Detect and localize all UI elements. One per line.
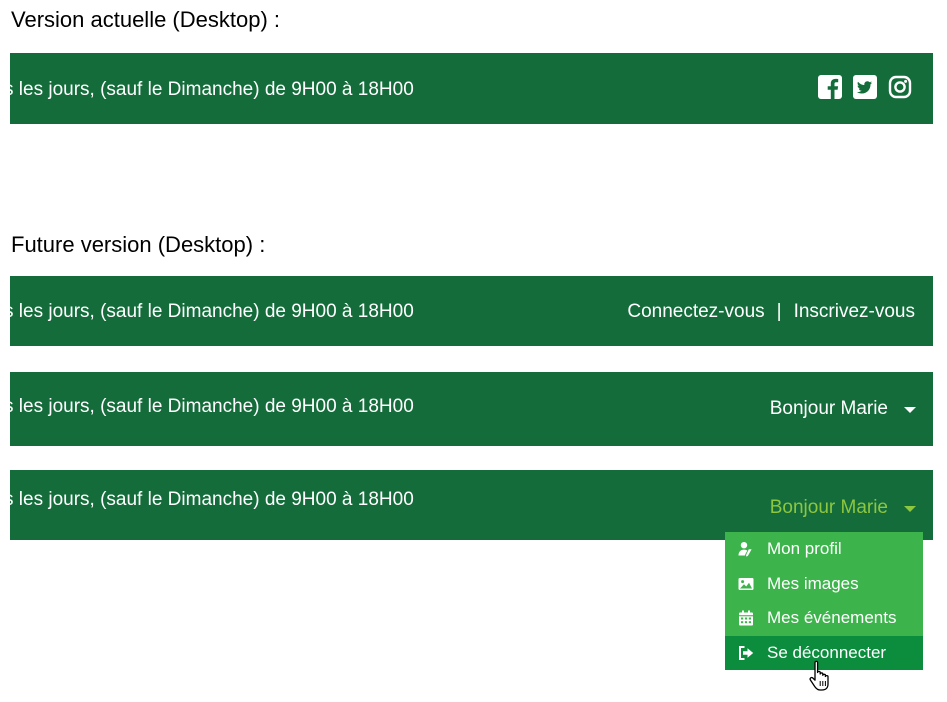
user-edit-icon <box>738 542 752 557</box>
user-menu-toggle-active[interactable]: Bonjour Marie <box>770 497 916 519</box>
facebook-icon[interactable] <box>818 75 842 99</box>
login-link[interactable]: Connectez-vous <box>627 301 764 323</box>
sign-out-icon <box>739 645 754 660</box>
current-version-heading: Version actuelle (Desktop) : <box>11 7 281 32</box>
user-dropdown-menu: Mon profil Mes images Mes événements Se … <box>725 532 923 670</box>
auth-links: Connectez-vous | Inscrivez-vous <box>627 301 915 323</box>
opening-hours-text: s les jours, (sauf le Dimanche) de 9H00 … <box>10 79 414 100</box>
signup-link[interactable]: Inscrivez-vous <box>794 301 915 323</box>
user-greeting: Bonjour Marie <box>769 398 888 419</box>
twitter-icon[interactable] <box>853 75 877 99</box>
opening-hours-text: s les jours, (sauf le Dimanche) de 9H00 … <box>10 396 414 417</box>
menu-item-profile[interactable]: Mon profil <box>725 532 923 567</box>
opening-hours-text: s les jours, (sauf le Dimanche) de 9H00 … <box>10 489 414 510</box>
menu-item-events[interactable]: Mes événements <box>725 601 923 636</box>
topbar-current: s les jours, (sauf le Dimanche) de 9H00 … <box>10 53 933 124</box>
image-icon <box>738 577 754 590</box>
menu-item-images[interactable]: Mes images <box>725 567 923 602</box>
opening-hours-text: s les jours, (sauf le Dimanche) de 9H00 … <box>10 301 414 322</box>
future-version-heading: Future version (Desktop) : <box>11 232 266 257</box>
topbar-future-logged-in: s les jours, (sauf le Dimanche) de 9H00 … <box>10 372 933 446</box>
user-menu-toggle[interactable]: Bonjour Marie <box>770 398 916 420</box>
user-greeting: Bonjour Marie <box>769 497 888 518</box>
instagram-icon[interactable] <box>888 75 912 99</box>
menu-item-label: Mes images <box>767 573 859 593</box>
menu-item-label: Mes événements <box>767 608 897 628</box>
calendar-icon <box>739 610 753 626</box>
social-links <box>818 75 912 99</box>
menu-item-label: Mon profil <box>767 539 842 559</box>
caret-down-icon <box>904 407 916 413</box>
topbar-future-logged-out: s les jours, (sauf le Dimanche) de 9H00 … <box>10 276 933 346</box>
caret-down-icon <box>904 506 916 512</box>
hand-cursor-icon <box>809 660 829 691</box>
auth-separator: | <box>776 301 782 322</box>
topbar-future-menu-open: s les jours, (sauf le Dimanche) de 9H00 … <box>10 470 933 540</box>
